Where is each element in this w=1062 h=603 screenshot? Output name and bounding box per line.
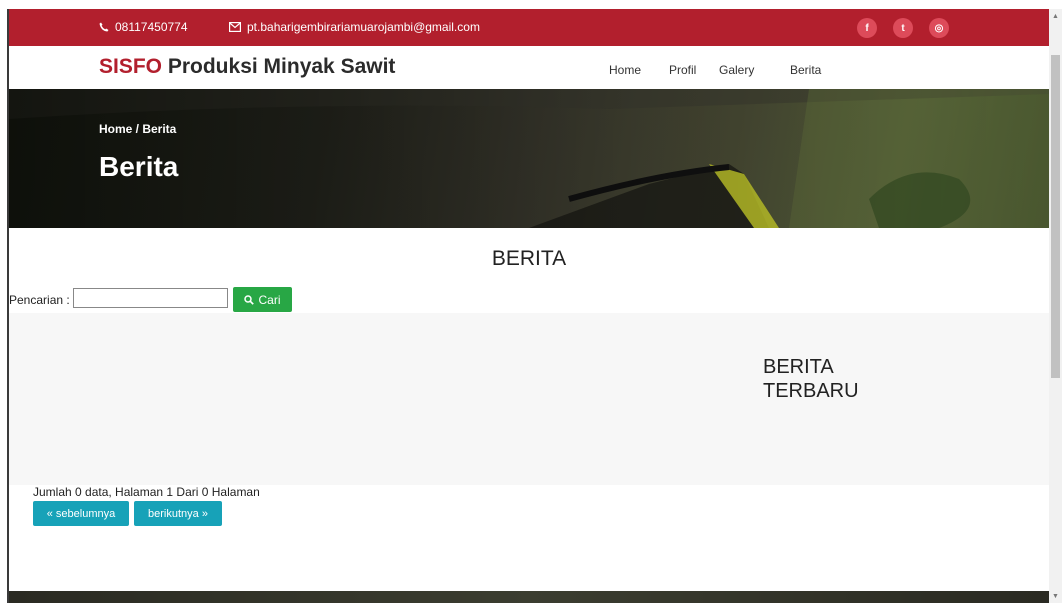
page-hero-banner: Home / Berita Berita bbox=[9, 89, 1049, 228]
search-button[interactable]: Cari bbox=[233, 287, 292, 312]
nav-galery[interactable]: Galery bbox=[719, 63, 754, 77]
envelope-icon bbox=[229, 22, 241, 32]
page-title: Berita bbox=[99, 151, 179, 182]
nav-home[interactable]: Home bbox=[609, 63, 641, 77]
previous-page-button[interactable]: « sebelumnya bbox=[33, 501, 129, 526]
phone-icon bbox=[99, 22, 109, 32]
footer-strip bbox=[9, 591, 1049, 603]
brand-name: Produksi Minyak Sawit bbox=[162, 55, 396, 78]
scrollbar-thumb[interactable] bbox=[1051, 55, 1060, 378]
nav-profil[interactable]: Profil bbox=[669, 63, 696, 77]
top-contact-bar: 08117450774 pt.baharigembirariamuarojamb… bbox=[9, 9, 1049, 46]
facebook-icon[interactable]: f bbox=[857, 18, 877, 38]
search-label: Pencarian : bbox=[9, 293, 70, 307]
breadcrumb[interactable]: Home / Berita bbox=[99, 122, 176, 136]
brand-accent: SISFO bbox=[99, 55, 163, 78]
site-brand[interactable]: SISFO Produksi Minyak Sawit bbox=[99, 55, 395, 79]
instagram-icon[interactable]: ◎ bbox=[929, 18, 949, 38]
scroll-down-arrow-icon[interactable]: ▼ bbox=[1049, 589, 1062, 603]
search-button-label: Cari bbox=[258, 292, 281, 307]
email-contact[interactable]: pt.baharigembirariamuarojambi@gmail.com bbox=[229, 20, 480, 34]
nav-berita[interactable]: Berita bbox=[790, 63, 821, 77]
main-navbar: SISFO Produksi Minyak Sawit Home Profil … bbox=[9, 46, 1049, 90]
scroll-up-arrow-icon[interactable]: ▲ bbox=[1049, 9, 1062, 23]
search-input[interactable] bbox=[73, 288, 228, 308]
phone-number: 08117450774 bbox=[115, 20, 188, 34]
vertical-scrollbar[interactable]: ▲ ▼ bbox=[1049, 9, 1062, 603]
phone-contact[interactable]: 08117450774 bbox=[99, 20, 188, 34]
search-icon bbox=[244, 294, 255, 305]
pagination-summary: Jumlah 0 data, Halaman 1 Dari 0 Halaman bbox=[33, 485, 260, 499]
next-page-button[interactable]: berikutnya » bbox=[134, 501, 222, 526]
window-top-edge bbox=[0, 0, 1062, 9]
section-title: BERITA bbox=[491, 247, 567, 270]
twitter-icon[interactable]: t bbox=[893, 18, 913, 38]
latest-news-title: BERITA TERBARU bbox=[763, 356, 859, 402]
email-address: pt.baharigembirariamuarojambi@gmail.com bbox=[247, 20, 480, 34]
